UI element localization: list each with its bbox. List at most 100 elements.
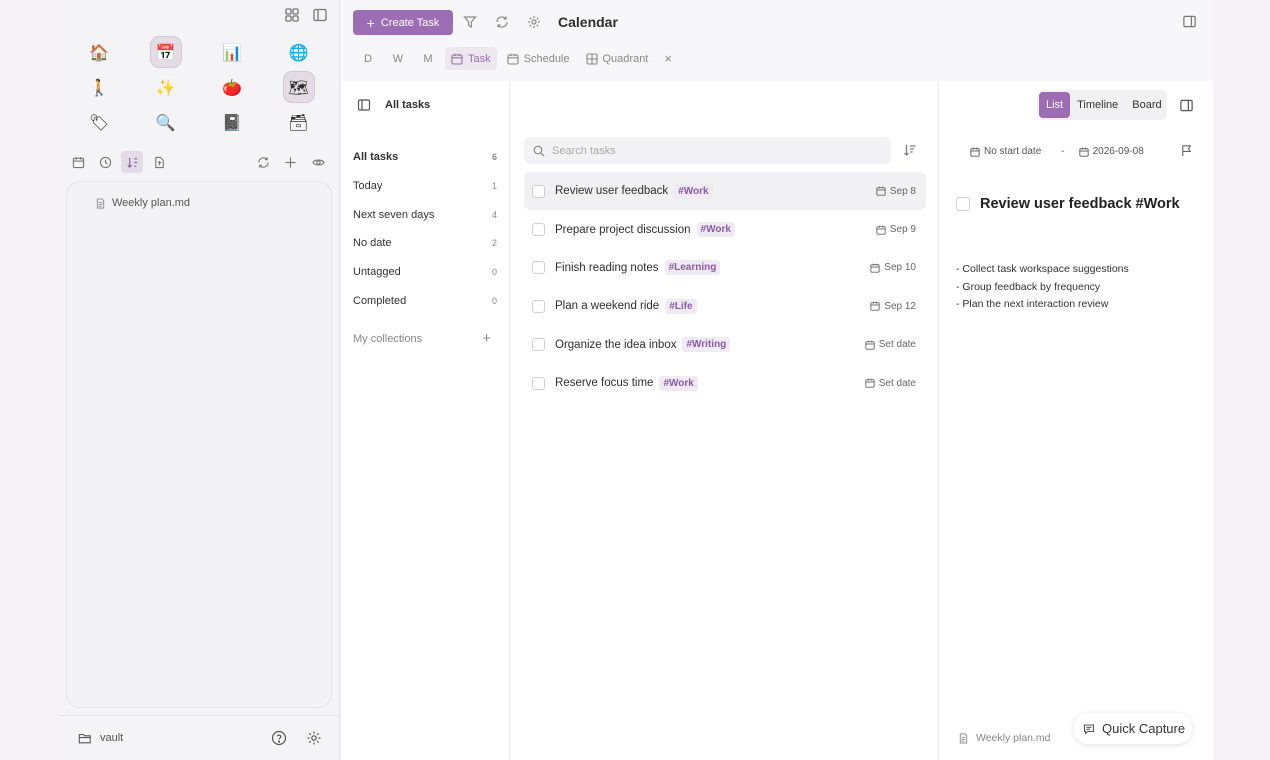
due-date[interactable]: 2026-09-08	[1078, 146, 1144, 157]
file-item-weekly-plan[interactable]: Weekly plan.md	[95, 197, 190, 209]
grid-layout-icon[interactable]	[283, 6, 301, 24]
task-date[interactable]: Sep 8	[876, 186, 916, 197]
task-title: Prepare project discussion	[555, 223, 691, 236]
nav-item[interactable]: Today 1	[353, 172, 497, 201]
detail-title[interactable]: Review user feedback #Work	[980, 196, 1180, 212]
nav-item[interactable]: All tasks 6	[353, 143, 497, 172]
file-box-icon[interactable]: 🗃	[284, 107, 314, 137]
search-input[interactable]	[552, 144, 852, 157]
sort-icon[interactable]	[903, 143, 919, 159]
tab-timeline[interactable]: Timeline	[1070, 92, 1125, 118]
calendar-icon	[1078, 147, 1089, 157]
task-row[interactable]: Finish reading notes #Learning Sep 10	[524, 249, 926, 287]
note-line: - Group feedback by frequency	[956, 280, 1101, 293]
task-checkbox[interactable]	[532, 223, 545, 237]
task-tag[interactable]: #Work	[674, 183, 713, 199]
file-export-icon[interactable]	[149, 152, 169, 172]
task-row[interactable]: Prepare project discussion #Work Sep 9	[524, 210, 926, 248]
view-month[interactable]: M	[415, 47, 441, 70]
clock-icon[interactable]	[95, 152, 115, 172]
gear-icon[interactable]	[527, 15, 543, 31]
nav-item[interactable]: Completed 0	[353, 286, 497, 315]
task-checkbox[interactable]	[532, 261, 545, 275]
help-icon[interactable]	[271, 730, 287, 746]
create-task-label: Create Task	[380, 16, 440, 29]
task-date[interactable]: Sep 10	[870, 262, 916, 273]
refresh-icon[interactable]	[253, 152, 273, 172]
task-tag[interactable]: #Writing	[682, 337, 731, 353]
vault-name: vault	[100, 732, 124, 744]
calendar-icon[interactable]: 📅	[150, 37, 181, 67]
detail-complete-checkbox[interactable]	[956, 197, 970, 211]
nav-item-label: Completed	[353, 294, 407, 307]
sort-order-icon[interactable]	[121, 151, 143, 173]
sidebar-bottom-bar: vault	[58, 715, 339, 760]
folder-open-icon	[78, 733, 91, 744]
sidebar-toggle-icon[interactable]	[357, 98, 371, 112]
view-schedule[interactable]: Schedule	[501, 47, 576, 70]
task-date[interactable]: Sep 12	[870, 301, 916, 312]
calendar-icon	[451, 53, 463, 65]
globe-icon[interactable]: 🌐	[284, 37, 314, 67]
task-date[interactable]: Sep 9	[876, 224, 916, 235]
task-date-label: Set date	[878, 339, 916, 351]
task-row[interactable]: Organize the idea inbox #Writing Set date	[524, 326, 926, 364]
magnifier-icon[interactable]: 🔍	[151, 107, 181, 137]
task-checkbox[interactable]	[532, 376, 545, 390]
task-tag[interactable]: #Work	[696, 222, 735, 238]
bar-chart-icon[interactable]: 📊	[217, 37, 247, 67]
vault-switcher[interactable]: vault	[78, 731, 123, 745]
detail-title-row: Review user feedback #Work	[956, 196, 1180, 212]
filter-icon[interactable]	[463, 15, 479, 31]
toggle-sidebar-icon[interactable]	[311, 6, 329, 24]
schedule-icon	[507, 53, 519, 65]
eye-icon[interactable]	[308, 152, 328, 172]
task-checkbox[interactable]	[532, 338, 545, 352]
task-notes[interactable]: - Collect task workspace suggestions - Gr…	[956, 261, 1129, 314]
task-tag[interactable]: #Work	[659, 375, 698, 391]
calendar-small-icon[interactable]	[68, 152, 88, 172]
map-icon[interactable]: 🗺	[283, 72, 314, 102]
calendar-icon	[970, 147, 980, 157]
add-collection-icon[interactable]: +	[482, 330, 491, 347]
task-date[interactable]: Set date	[865, 339, 916, 350]
label-tag-icon[interactable]: 🏷	[84, 107, 114, 137]
close-view-icon[interactable]: ×	[658, 51, 678, 66]
source-file-link[interactable]: Weekly plan.md	[958, 732, 1051, 744]
view-week[interactable]: W	[385, 47, 411, 70]
notebook-icon[interactable]: 📓	[217, 107, 247, 137]
quick-capture-label: Quick Capture	[1102, 721, 1186, 736]
view-task[interactable]: Task	[445, 47, 497, 70]
create-task-button[interactable]: + Create Task	[353, 10, 453, 35]
settings-icon[interactable]	[306, 730, 322, 746]
right-panel-toggle-icon[interactable]	[1182, 14, 1198, 30]
task-checkbox[interactable]	[532, 299, 545, 313]
flag-icon[interactable]	[1180, 144, 1194, 158]
message-icon	[1083, 723, 1095, 735]
start-date[interactable]: No start date	[970, 146, 1041, 157]
task-checkbox[interactable]	[532, 184, 545, 198]
tab-board[interactable]: Board	[1125, 92, 1168, 118]
sparkles-icon[interactable]: ✨	[151, 72, 181, 102]
nav-item[interactable]: Next seven days 4	[353, 200, 497, 229]
view-day[interactable]: D	[355, 47, 381, 70]
view-quadrant[interactable]: Quadrant	[580, 47, 655, 70]
tab-list[interactable]: List	[1039, 92, 1071, 118]
quick-capture-button[interactable]: Quick Capture	[1074, 713, 1192, 744]
refresh-icon[interactable]	[495, 15, 511, 31]
move-icon[interactable]	[280, 152, 300, 172]
home-icon[interactable]: 🏠	[84, 37, 114, 67]
view-switcher: D W M Task Schedule Quadrant ×	[355, 47, 678, 70]
task-date[interactable]: Set date	[865, 378, 916, 389]
due-date-label: 2026-09-08	[1092, 146, 1144, 157]
task-row[interactable]: Plan a weekend ride #Life Sep 12	[524, 287, 926, 325]
tomato-icon[interactable]: 🍅	[217, 72, 247, 102]
task-tag[interactable]: #Life	[665, 298, 697, 314]
task-tag[interactable]: #Learning	[664, 260, 721, 276]
panel-layout-icon[interactable]	[1179, 98, 1195, 114]
task-row[interactable]: Review user feedback #Work Sep 8	[524, 172, 926, 211]
nav-item[interactable]: No date 2	[353, 229, 497, 258]
task-row[interactable]: Reserve focus time #Work Set date	[524, 364, 926, 402]
walking-person-icon[interactable]: 🚶	[84, 72, 114, 102]
nav-item[interactable]: Untagged 0	[353, 258, 497, 287]
